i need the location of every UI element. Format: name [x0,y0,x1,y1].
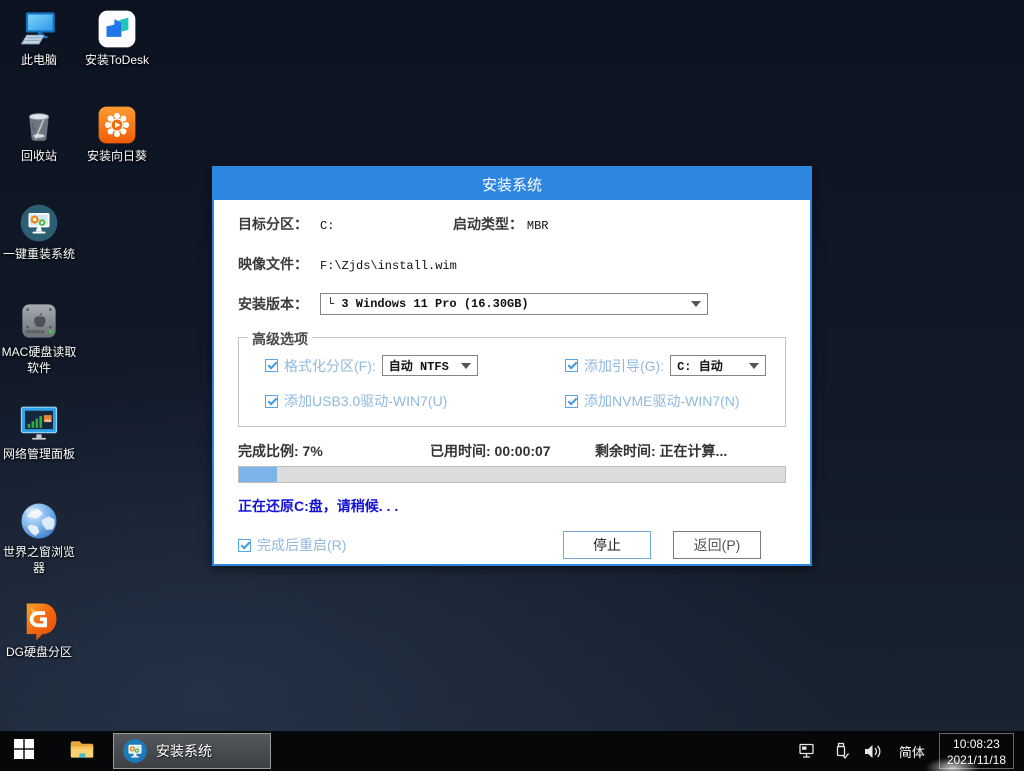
remaining-time-label: 剩余时间: 正在计算... [595,441,727,461]
chevron-down-icon [749,363,759,369]
image-file-value: F:\Zjds\install.wim [320,259,457,273]
install-version-label: 安装版本： [238,294,320,314]
format-partition-checkbox[interactable] [265,359,278,372]
target-partition-row: 目标分区：C: 启动类型： MBR [238,214,786,234]
add-boot-checkbox[interactable] [565,359,578,372]
boot-type-group: 启动类型： MBR [453,214,549,234]
dialog-titlebar[interactable]: 安装系统 [214,168,810,200]
progress-stats-row: 完成比例: 7% 已用时间: 00:00:07 剩余时间: 正在计算... [238,441,786,458]
clock-time: 10:08:23 [947,736,1006,752]
desktop-icon-label: 世界之窗浏览器 [1,545,77,576]
format-partition-select[interactable]: 自动 NTFS [382,355,478,376]
clock-date: 2021/11/18 [947,752,1006,768]
back-button[interactable]: 返回(P) [673,531,761,559]
desktop-icon-mac-disk-reader[interactable]: MAC硬盘读取软件 [1,300,77,376]
usb-tray-icon[interactable] [825,742,857,760]
boot-type-label: 启动类型： [453,214,523,234]
system-tray: 简体 10:08:23 2021/11/18 [793,731,1024,771]
advanced-options-label: 高级选项 [248,329,312,349]
install-system-task-icon [122,738,148,764]
network-tray-icon[interactable] [793,743,825,760]
reboot-after-finish-checkbox[interactable] [238,539,251,552]
input-method-indicator[interactable]: 简体 [889,742,935,761]
install-version-row: 安装版本： └ 3 Windows 11 Pro (16.30GB) [238,293,786,315]
image-file-row: 映像文件：F:\Zjds\install.wim [238,254,786,274]
desktop-icon-install-todesk[interactable]: 安装ToDesk [79,8,155,69]
desktop-icon-label: DG硬盘分区 [1,645,77,661]
taskbar: 安装系统 [0,731,1024,771]
reinstall-system-icon [18,202,60,244]
boot-type-value: MBR [527,219,549,233]
dialog-title: 安装系统 [482,174,542,195]
desktop-icon-dg-partition[interactable]: DG硬盘分区 [1,600,77,661]
elapsed-time-label: 已用时间: 00:00:07 [430,441,551,461]
desktop-icon-label: MAC硬盘读取软件 [1,345,77,376]
desktop-icon-recycle-bin[interactable]: 回收站 [1,104,77,165]
status-message: 正在还原C:盘，请稍候. . . [238,496,786,516]
dialog-body: 目标分区：C: 启动类型： MBR 映像文件：F:\Zjds\install.w… [214,214,810,559]
desktop-icon-label: 此电脑 [1,53,77,69]
advanced-options-group: 高级选项 格式化分区(F): 自动 NTFS 添加引导(G): [238,337,786,427]
desktop-icon-label: 一键重装系统 [1,247,77,263]
dialog-footer: 完成后重启(R) 停止 返回(P) [238,531,786,559]
desktop-icon-this-pc[interactable]: 此电脑 [1,8,77,69]
desktop-icon-world-window-browser[interactable]: 世界之窗浏览器 [1,500,77,576]
chevron-down-icon [691,301,701,307]
todesk-icon [96,8,138,50]
desktop-icon-label: 网络管理面板 [1,447,77,463]
add-boot-value: C: 自动 [677,357,723,374]
usb-driver-checkbox[interactable] [265,395,278,408]
image-file-label: 映像文件： [238,254,320,274]
format-partition-label: 格式化分区(F): [284,356,376,376]
progress-bar-fill [239,467,277,482]
globe-browser-icon [18,500,60,542]
diskgenius-icon [18,600,60,642]
install-version-value: └ 3 Windows 11 Pro (16.30GB) [327,297,529,311]
taskbar-item-label: 安装系统 [156,741,212,761]
taskbar-item-install-system[interactable]: 安装系统 [113,733,271,769]
windows-logo-icon [13,738,35,765]
add-boot-label: 添加引导(G): [584,356,664,376]
desktop-icon-label: 回收站 [1,149,77,165]
install-version-select[interactable]: └ 3 Windows 11 Pro (16.30GB) [320,293,708,315]
nvme-driver-label: 添加NVME驱动-WIN7(N) [584,391,740,411]
desktop-icon-network-panel[interactable]: 网络管理面板 [1,402,77,463]
desktop-icon-one-key-reinstall[interactable]: 一键重装系统 [1,202,77,263]
desktop-icon-install-sunflower[interactable]: 安装向日葵 [79,104,155,165]
start-button[interactable] [0,731,48,771]
network-panel-icon [18,402,60,444]
progress-bar [238,466,786,483]
file-explorer-button[interactable] [58,731,106,771]
usb-driver-label: 添加USB3.0驱动-WIN7(U) [284,391,447,411]
desktop-icon-label: 安装向日葵 [79,149,155,165]
reboot-after-finish-option: 完成后重启(R) [238,535,346,555]
reboot-after-finish-label: 完成后重启(R) [257,535,346,555]
chevron-down-icon [461,363,471,369]
taskbar-clock[interactable]: 10:08:23 2021/11/18 [939,733,1014,769]
sunflower-icon [96,104,138,146]
folder-icon [69,738,95,765]
format-partition-value: 自动 NTFS [389,357,449,374]
target-partition-value: C: [320,219,334,233]
target-partition-label: 目标分区： [238,214,320,234]
install-system-dialog: 安装系统 目标分区：C: 启动类型： MBR 映像文件：F:\Zjds\inst… [212,166,812,566]
progress-percent-label: 完成比例: 7% [238,443,323,459]
desktop: 此电脑 安装ToDesk 回收站 [0,0,1024,771]
nvme-driver-checkbox[interactable] [565,395,578,408]
recycle-bin-icon [18,104,60,146]
volume-tray-icon[interactable] [857,743,889,760]
this-pc-icon [18,8,60,50]
mac-drive-icon [18,300,60,342]
desktop-icon-label: 安装ToDesk [79,53,155,69]
add-boot-select[interactable]: C: 自动 [670,355,766,376]
stop-button[interactable]: 停止 [563,531,651,559]
